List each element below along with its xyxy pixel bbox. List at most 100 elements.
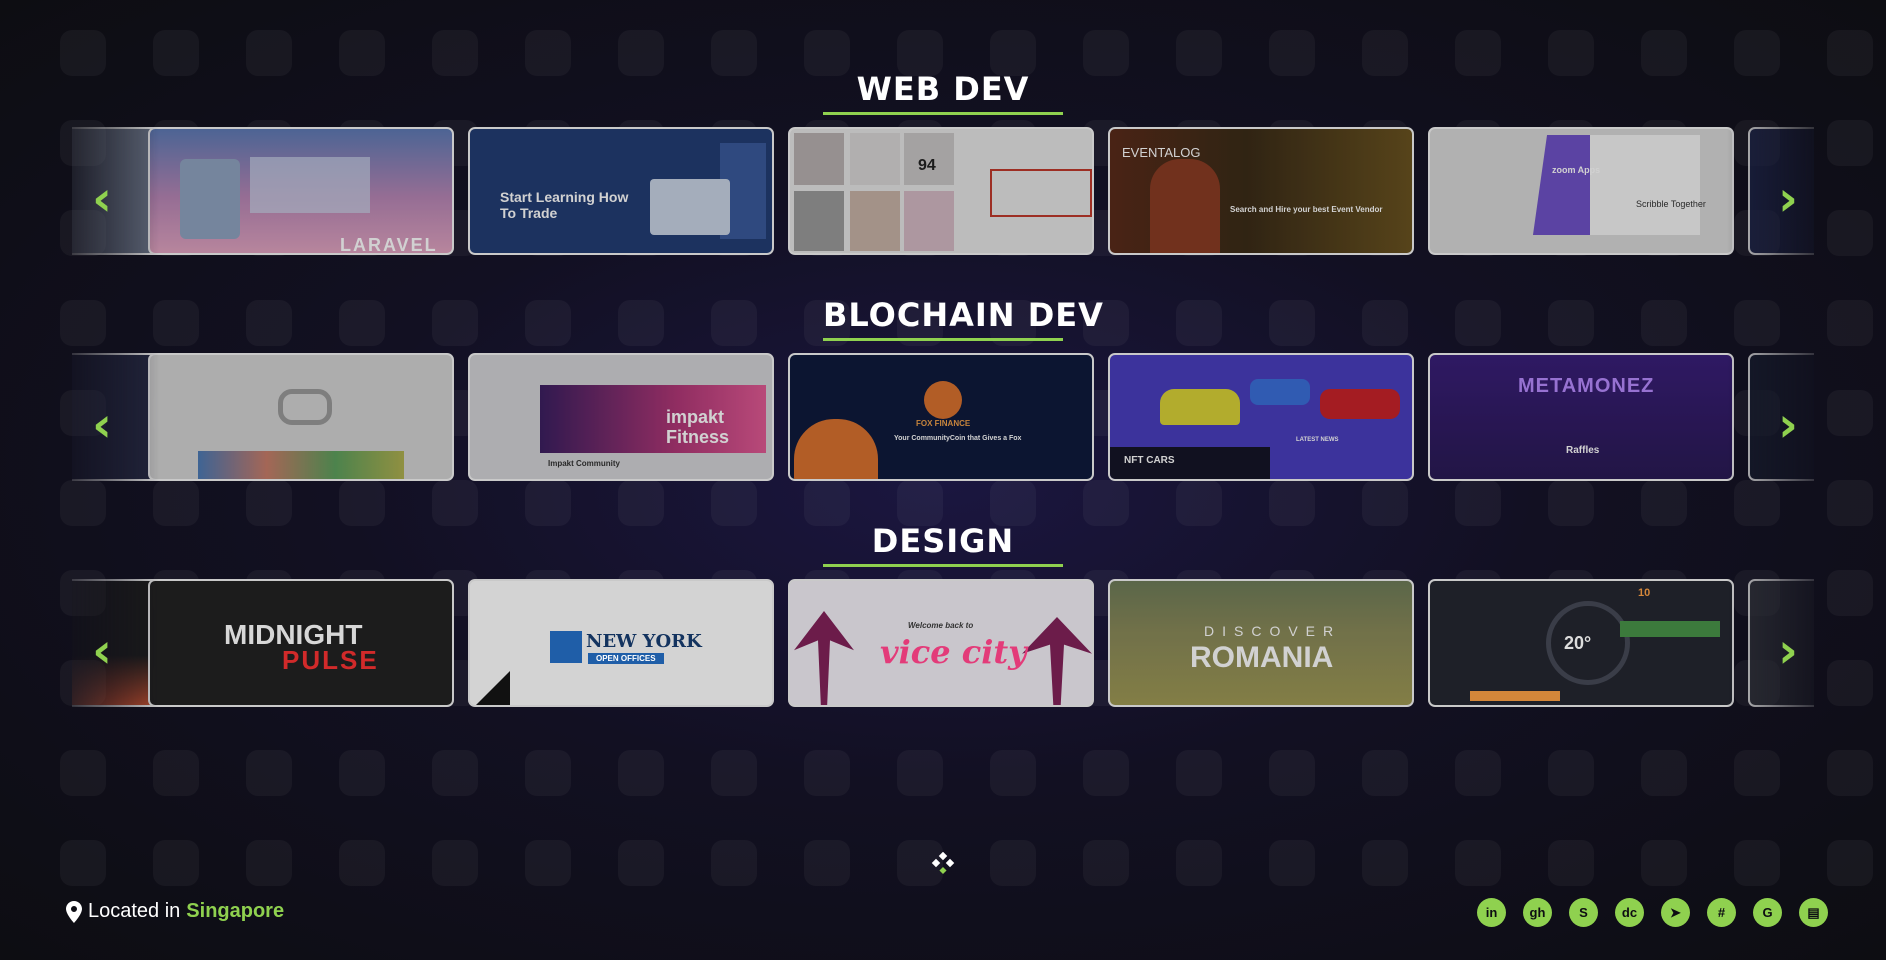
card-metamonez[interactable]: METAMONEZ Raffles <box>1428 353 1734 481</box>
background-tile-icon <box>618 840 664 886</box>
card-scribble-together[interactable]: zoom Apps Scribble Together <box>1428 127 1734 255</box>
background-tile-icon <box>432 300 478 346</box>
background-tile-icon <box>525 480 571 526</box>
background-tile-icon <box>1734 750 1780 796</box>
card-midnight-pulse[interactable]: MIDNIGHT PULSE <box>148 579 454 707</box>
background-tile-icon <box>1641 840 1687 886</box>
background-tile-icon <box>1548 480 1594 526</box>
background-tile-icon <box>1176 30 1222 76</box>
background-tile-icon <box>990 840 1036 886</box>
telegram-icon[interactable]: ➤ <box>1661 898 1690 927</box>
background-tile-icon <box>711 750 757 796</box>
background-tile-icon <box>1176 480 1222 526</box>
background-tile-icon <box>1176 840 1222 886</box>
next-arrow-button[interactable]: › <box>1768 623 1808 679</box>
skype-icon[interactable]: S <box>1569 898 1598 927</box>
card-fashion-shop[interactable]: 94 <box>788 127 1094 255</box>
google-icon[interactable]: G <box>1753 898 1782 927</box>
background-tile-icon <box>1734 300 1780 346</box>
background-tile-icon <box>1548 30 1594 76</box>
background-tile-icon <box>432 750 478 796</box>
card-label: vice city <box>880 633 1027 671</box>
background-tile-icon <box>1734 840 1780 886</box>
card-laravel[interactable]: LARAVEL <box>148 127 454 255</box>
background-tile-icon <box>153 30 199 76</box>
card-car-dashboard[interactable]: 20° 10 <box>1428 579 1734 707</box>
carousel-track: MIDNIGHT PULSE NEW YORK OPEN OFFICES Wel… <box>72 579 1814 711</box>
background-tile-icon <box>432 480 478 526</box>
background-tile-icon <box>1269 840 1315 886</box>
background-tile-icon <box>339 300 385 346</box>
background-tile-icon <box>1548 750 1594 796</box>
card-discover-romania[interactable]: DISCOVER ROMANIA <box>1108 579 1414 707</box>
location-prefix: Located in <box>88 900 181 922</box>
background-tile-icon <box>804 840 850 886</box>
background-tile-icon <box>1362 750 1408 796</box>
background-tile-icon <box>432 840 478 886</box>
background-tile-icon <box>1827 480 1873 526</box>
card-label: NEW YORK <box>586 631 702 652</box>
card-sub: OPEN OFFICES <box>588 653 664 664</box>
background-tile-icon <box>339 840 385 886</box>
background-tile-icon <box>1641 750 1687 796</box>
prev-arrow-button[interactable]: ‹ <box>82 623 122 679</box>
card-label: 20° <box>1564 633 1592 653</box>
background-tile-icon <box>246 300 292 346</box>
background-tile-icon <box>339 750 385 796</box>
background-tile-icon <box>339 480 385 526</box>
background-tile-icon <box>804 750 850 796</box>
background-tile-icon <box>1548 840 1594 886</box>
background-tile-icon <box>618 750 664 796</box>
prev-arrow-button[interactable]: ‹ <box>82 397 122 453</box>
background-tile-icon <box>153 840 199 886</box>
background-tile-icon <box>1455 480 1501 526</box>
card-eventalog[interactable]: EVENTALOG Search and Hire your best Even… <box>1108 127 1414 255</box>
background-tile-icon <box>1362 840 1408 886</box>
background-tile-icon <box>246 30 292 76</box>
card-fox-finance[interactable]: FOX FINANCE Your CommunityCoin that Give… <box>788 353 1094 481</box>
background-tile-icon <box>525 300 571 346</box>
github-icon[interactable]: gh <box>1523 898 1552 927</box>
location-info: Located in Singapore <box>66 900 284 923</box>
card-infinity-nft[interactable] <box>148 353 454 481</box>
next-arrow-button[interactable]: › <box>1768 171 1808 227</box>
background-tile-icon <box>1455 750 1501 796</box>
background-tile-icon <box>60 750 106 796</box>
slack-icon[interactable]: # <box>1707 898 1736 927</box>
location-city: Singapore <box>186 900 285 922</box>
card-new-york-offices[interactable]: NEW YORK OPEN OFFICES <box>468 579 774 707</box>
linkedin-icon[interactable]: in <box>1477 898 1506 927</box>
background-tile-icon <box>990 480 1036 526</box>
background-tile-icon <box>1362 30 1408 76</box>
background-tile-icon <box>153 480 199 526</box>
prev-arrow-button[interactable]: ‹ <box>82 171 122 227</box>
background-tile-icon <box>60 300 106 346</box>
background-tile-icon <box>1734 480 1780 526</box>
card-impakt-fitness[interactable]: impakt Fitness Impakt Community <box>468 353 774 481</box>
background-tile-icon <box>1827 750 1873 796</box>
background-tile-icon <box>897 750 943 796</box>
discord-icon[interactable]: dc <box>1615 898 1644 927</box>
background-tile-icon <box>60 480 106 526</box>
background-tile-icon <box>711 300 757 346</box>
section-title: WEB DEV <box>823 70 1063 115</box>
background-tile-icon <box>1083 750 1129 796</box>
background-tile-icon <box>1455 840 1501 886</box>
card-trading-platform[interactable]: Start Learning How To Trade <box>468 127 774 255</box>
background-tile-icon <box>1827 390 1873 436</box>
background-tile-icon <box>525 840 571 886</box>
background-tile-icon <box>1269 30 1315 76</box>
background-tile-icon <box>432 30 478 76</box>
background-tile-icon <box>711 30 757 76</box>
background-tile-icon <box>1362 480 1408 526</box>
background-tile-icon <box>1269 300 1315 346</box>
background-tile-icon <box>711 480 757 526</box>
card-sub: 10 <box>1638 587 1651 599</box>
card-nft-cars[interactable]: NFT CARS LATEST NEWS <box>1108 353 1414 481</box>
carousel-track: LARAVEL Start Learning How To Trade 94 E… <box>72 127 1814 259</box>
section-title: BLOCHAIN DEV <box>823 296 1103 341</box>
background-tile-icon <box>1827 570 1873 616</box>
card-vice-city[interactable]: Welcome back to vice city <box>788 579 1094 707</box>
next-arrow-button[interactable]: › <box>1768 397 1808 453</box>
blog-icon[interactable]: ▤ <box>1799 898 1828 927</box>
